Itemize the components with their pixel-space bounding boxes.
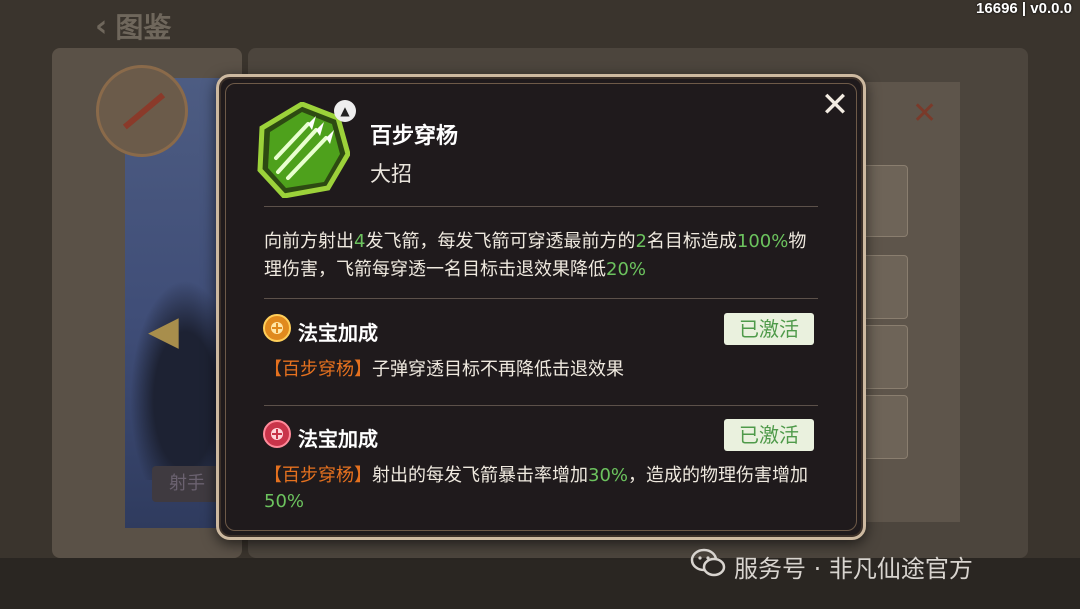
skill-tag: 【百步穿杨】 bbox=[264, 359, 372, 380]
text-segment: 射出的每发飞箭暴击率增加 bbox=[372, 465, 588, 486]
text-segment: 子弹穿透目标不再降低击退效果 bbox=[372, 359, 624, 380]
text-segment: 发飞箭，每发飞箭可穿透最前方的 bbox=[365, 231, 636, 252]
skill-name: 百步穿杨 bbox=[370, 124, 459, 149]
prev-arrow-icon[interactable]: ◀ bbox=[148, 308, 179, 354]
text-segment: 向前方射出 bbox=[264, 231, 354, 252]
side-button-2 bbox=[860, 255, 908, 319]
highlight-value: 30% bbox=[588, 465, 629, 486]
skill-type: 大招 bbox=[370, 162, 412, 186]
bonus-text-2: 【百步穿杨】射出的每发飞箭暴击率增加30%，造成的物理伤害增加 50% bbox=[264, 463, 824, 515]
treasure-gold-icon bbox=[263, 314, 291, 342]
skill-description: 向前方射出4发飞箭，每发飞箭可穿透最前方的2名目标造成100%物理伤害，飞箭每穿… bbox=[264, 228, 824, 284]
codex-title: 图鉴 bbox=[115, 11, 172, 44]
crossbow-icon bbox=[96, 65, 188, 157]
class-tag: 射手 bbox=[152, 466, 222, 502]
activated-badge-2: 已激活 bbox=[724, 419, 814, 451]
divider-3 bbox=[264, 405, 818, 406]
divider-2 bbox=[264, 298, 818, 299]
upgrade-indicator-icon: ▲ bbox=[334, 100, 356, 122]
highlight-value: 100% bbox=[736, 231, 789, 252]
bonus-title-1: 法宝加成 bbox=[298, 321, 378, 345]
close-icon[interactable]: ✕ bbox=[818, 88, 852, 122]
text-segment: ，造成的物理伤害增加 bbox=[628, 465, 809, 486]
text-segment: 名目标造成 bbox=[646, 231, 737, 252]
back-icon[interactable]: ‹ bbox=[95, 9, 107, 44]
watermark: 服务号 · 非凡仙途官方 bbox=[690, 548, 973, 584]
bonus-title-2: 法宝加成 bbox=[298, 427, 378, 451]
bg-close-icon: ✕ bbox=[912, 96, 938, 131]
bonus-text-1: 【百步穿杨】子弹穿透目标不再降低击退效果 bbox=[264, 357, 824, 383]
highlight-value: 20% bbox=[606, 259, 647, 280]
version-label: 16696 | v0.0.0 bbox=[976, 0, 1072, 17]
highlight-value: 4 bbox=[354, 231, 366, 252]
side-button-1 bbox=[860, 165, 908, 237]
codex-header: ‹ 图鉴 bbox=[95, 6, 171, 46]
side-button-4 bbox=[860, 395, 908, 459]
wechat-icon bbox=[690, 548, 726, 584]
side-button-3 bbox=[860, 325, 908, 389]
treasure-red-icon bbox=[263, 420, 291, 448]
activated-badge-1: 已激活 bbox=[724, 313, 814, 345]
highlight-value: 50% bbox=[264, 491, 305, 512]
highlight-value: 2 bbox=[635, 231, 647, 252]
skill-tag: 【百步穿杨】 bbox=[264, 465, 372, 486]
divider-1 bbox=[264, 206, 818, 207]
watermark-text: 服务号 · 非凡仙途官方 bbox=[734, 554, 973, 583]
